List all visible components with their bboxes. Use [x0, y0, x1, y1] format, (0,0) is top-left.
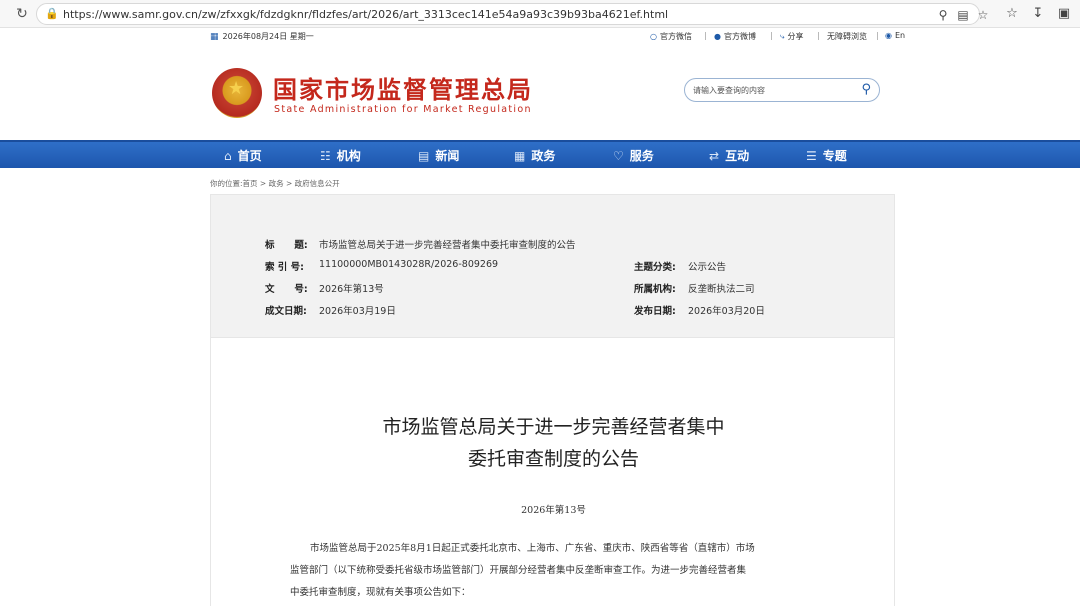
share-icon: ⤷	[780, 32, 785, 41]
document-title-line-2: 委托审查制度的公告	[467, 448, 639, 470]
main-nav: ⌂ 首页 ☷ 机构 ▤ 新闻 ▦ 政务 ♡ 服务 ⇄ 互动 ☰ 专题	[0, 140, 1080, 168]
meta-date-value: 2026年03月19日	[319, 306, 396, 317]
wechat-link[interactable]: ○ 官方微信	[650, 31, 692, 42]
favorites-icon[interactable]: ☆	[1002, 4, 1022, 24]
site-subtitle: State Administration for Market Regulati…	[274, 104, 532, 115]
english-link[interactable]: ◉ En	[885, 31, 905, 40]
meta-topic-label: 主题分类:	[634, 262, 676, 273]
nav-item-topic[interactable]: ☰ 专题	[806, 146, 847, 166]
meta-publish-value: 2026年03月20日	[688, 306, 765, 317]
national-emblem-logo: ★	[212, 68, 262, 118]
meta-date-label: 成文日期:	[265, 306, 307, 317]
reader-icon[interactable]: ▤	[955, 7, 971, 23]
document-body: 市场监管总局关于进一步完善经营者集中 委托审查制度的公告 2026年第13号 市…	[210, 338, 895, 606]
paragraph-line: 中委托审查制度，现就有关事项公告如下：	[290, 587, 471, 598]
extension-icon[interactable]: ▣	[1054, 4, 1074, 24]
separator: |	[704, 31, 707, 40]
search-icon[interactable]: ⚲	[861, 82, 871, 97]
nav-item-home[interactable]: ⌂ 首页	[224, 146, 262, 166]
meta-doc-label: 文 号:	[265, 284, 308, 295]
url-text: https://www.samr.gov.cn/zw/zfxxgk/fdzdgk…	[63, 8, 669, 21]
document-title-line-1: 市场监管总局关于进一步完善经营者集中	[382, 416, 725, 438]
download-icon[interactable]: ↧	[1028, 4, 1048, 24]
search-input[interactable]: 请输入要查询的内容 ⚲	[684, 78, 880, 102]
paragraph-line: 监管部门（以下统称受委托省级市场监管部门）开展部分经营者集中反垄断审查工作。为进…	[290, 565, 747, 576]
separator: |	[770, 31, 773, 40]
site-title[interactable]: 国家市场监督管理总局	[273, 70, 533, 105]
search-placeholder: 请输入要查询的内容	[693, 86, 765, 95]
wechat-icon: ○	[650, 32, 657, 41]
separator: |	[876, 31, 879, 40]
favorite-star-icon[interactable]: ☆	[975, 7, 991, 23]
weibo-link[interactable]: ● 官方微博	[714, 31, 756, 42]
meta-title-value: 市场监管总局关于进一步完善经营者集中委托审查制度的公告	[319, 240, 576, 251]
home-icon: ⌂	[224, 149, 232, 163]
org-icon: ☷	[320, 149, 331, 163]
meta-topic-value: 公示公告	[688, 262, 727, 273]
share-link[interactable]: ⤷ 分享	[780, 31, 803, 42]
calendar-icon: ▦	[210, 32, 219, 42]
meta-org-value: 反垄断执法二司	[688, 284, 755, 295]
nav-item-org[interactable]: ☷ 机构	[320, 146, 361, 166]
interact-icon: ⇄	[709, 149, 720, 163]
nav-item-service[interactable]: ♡ 服务	[613, 146, 654, 166]
nav-item-news[interactable]: ▤ 新闻	[418, 146, 459, 166]
accessibility-link[interactable]: 无障碍浏览	[827, 31, 867, 42]
gov-icon: ▦	[514, 149, 526, 163]
nav-item-gov[interactable]: ▦ 政务	[514, 146, 555, 166]
document-number: 2026年第13号	[521, 505, 586, 516]
reload-icon[interactable]: ↻	[12, 4, 32, 24]
meta-org-label: 所属机构:	[634, 284, 676, 295]
star-icon: ★	[228, 78, 245, 99]
globe-icon: ◉	[885, 31, 892, 40]
weibo-icon: ●	[714, 32, 721, 41]
topic-icon: ☰	[806, 149, 817, 163]
lock-icon: 🔒	[45, 7, 59, 20]
document-paragraph: 市场监管总局于2025年8月1日起正式委托北京市、上海市、广东省、重庆市、陕西省…	[290, 538, 818, 604]
address-bar[interactable]: 🔒 https://www.samr.gov.cn/zw/zfxxgk/fdzd…	[36, 3, 988, 25]
meta-publish-label: 发布日期:	[634, 306, 676, 317]
meta-doc-value: 2026年第13号	[319, 284, 384, 295]
news-icon: ▤	[418, 149, 430, 163]
meta-title-label: 标 题:	[265, 240, 308, 251]
meta-index-label: 索 引 号:	[265, 262, 304, 273]
meta-index-value: 11100000MB0143028R/2026-809269	[319, 259, 499, 270]
separator: |	[817, 31, 820, 40]
utility-bar: ▦ 2026年08月24日 星期一 ○ 官方微信 | ● 官方微博 | ⤷ 分享 | 无…	[0, 28, 1080, 48]
nav-item-interact[interactable]: ⇄ 互动	[709, 146, 749, 166]
document-metadata: 标 题: 市场监管总局关于进一步完善经营者集中委托审查制度的公告 索 引 号: …	[210, 194, 895, 338]
zoom-icon[interactable]: ⚲	[935, 7, 951, 23]
breadcrumb[interactable]: 你的位置:首页 > 政务 > 政府信息公开	[210, 178, 340, 189]
paragraph-line: 市场监管总局于2025年8月1日起正式委托北京市、上海市、广东省、重庆市、陕西省…	[310, 543, 755, 554]
site-header: ★ 国家市场监督管理总局 State Administration for Ma…	[0, 48, 1080, 140]
browser-toolbar: ↻ 🔒 https://www.samr.gov.cn/zw/zfxxgk/fd…	[0, 0, 1080, 28]
current-date: ▦ 2026年08月24日 星期一	[210, 32, 314, 42]
service-icon: ♡	[613, 149, 624, 163]
